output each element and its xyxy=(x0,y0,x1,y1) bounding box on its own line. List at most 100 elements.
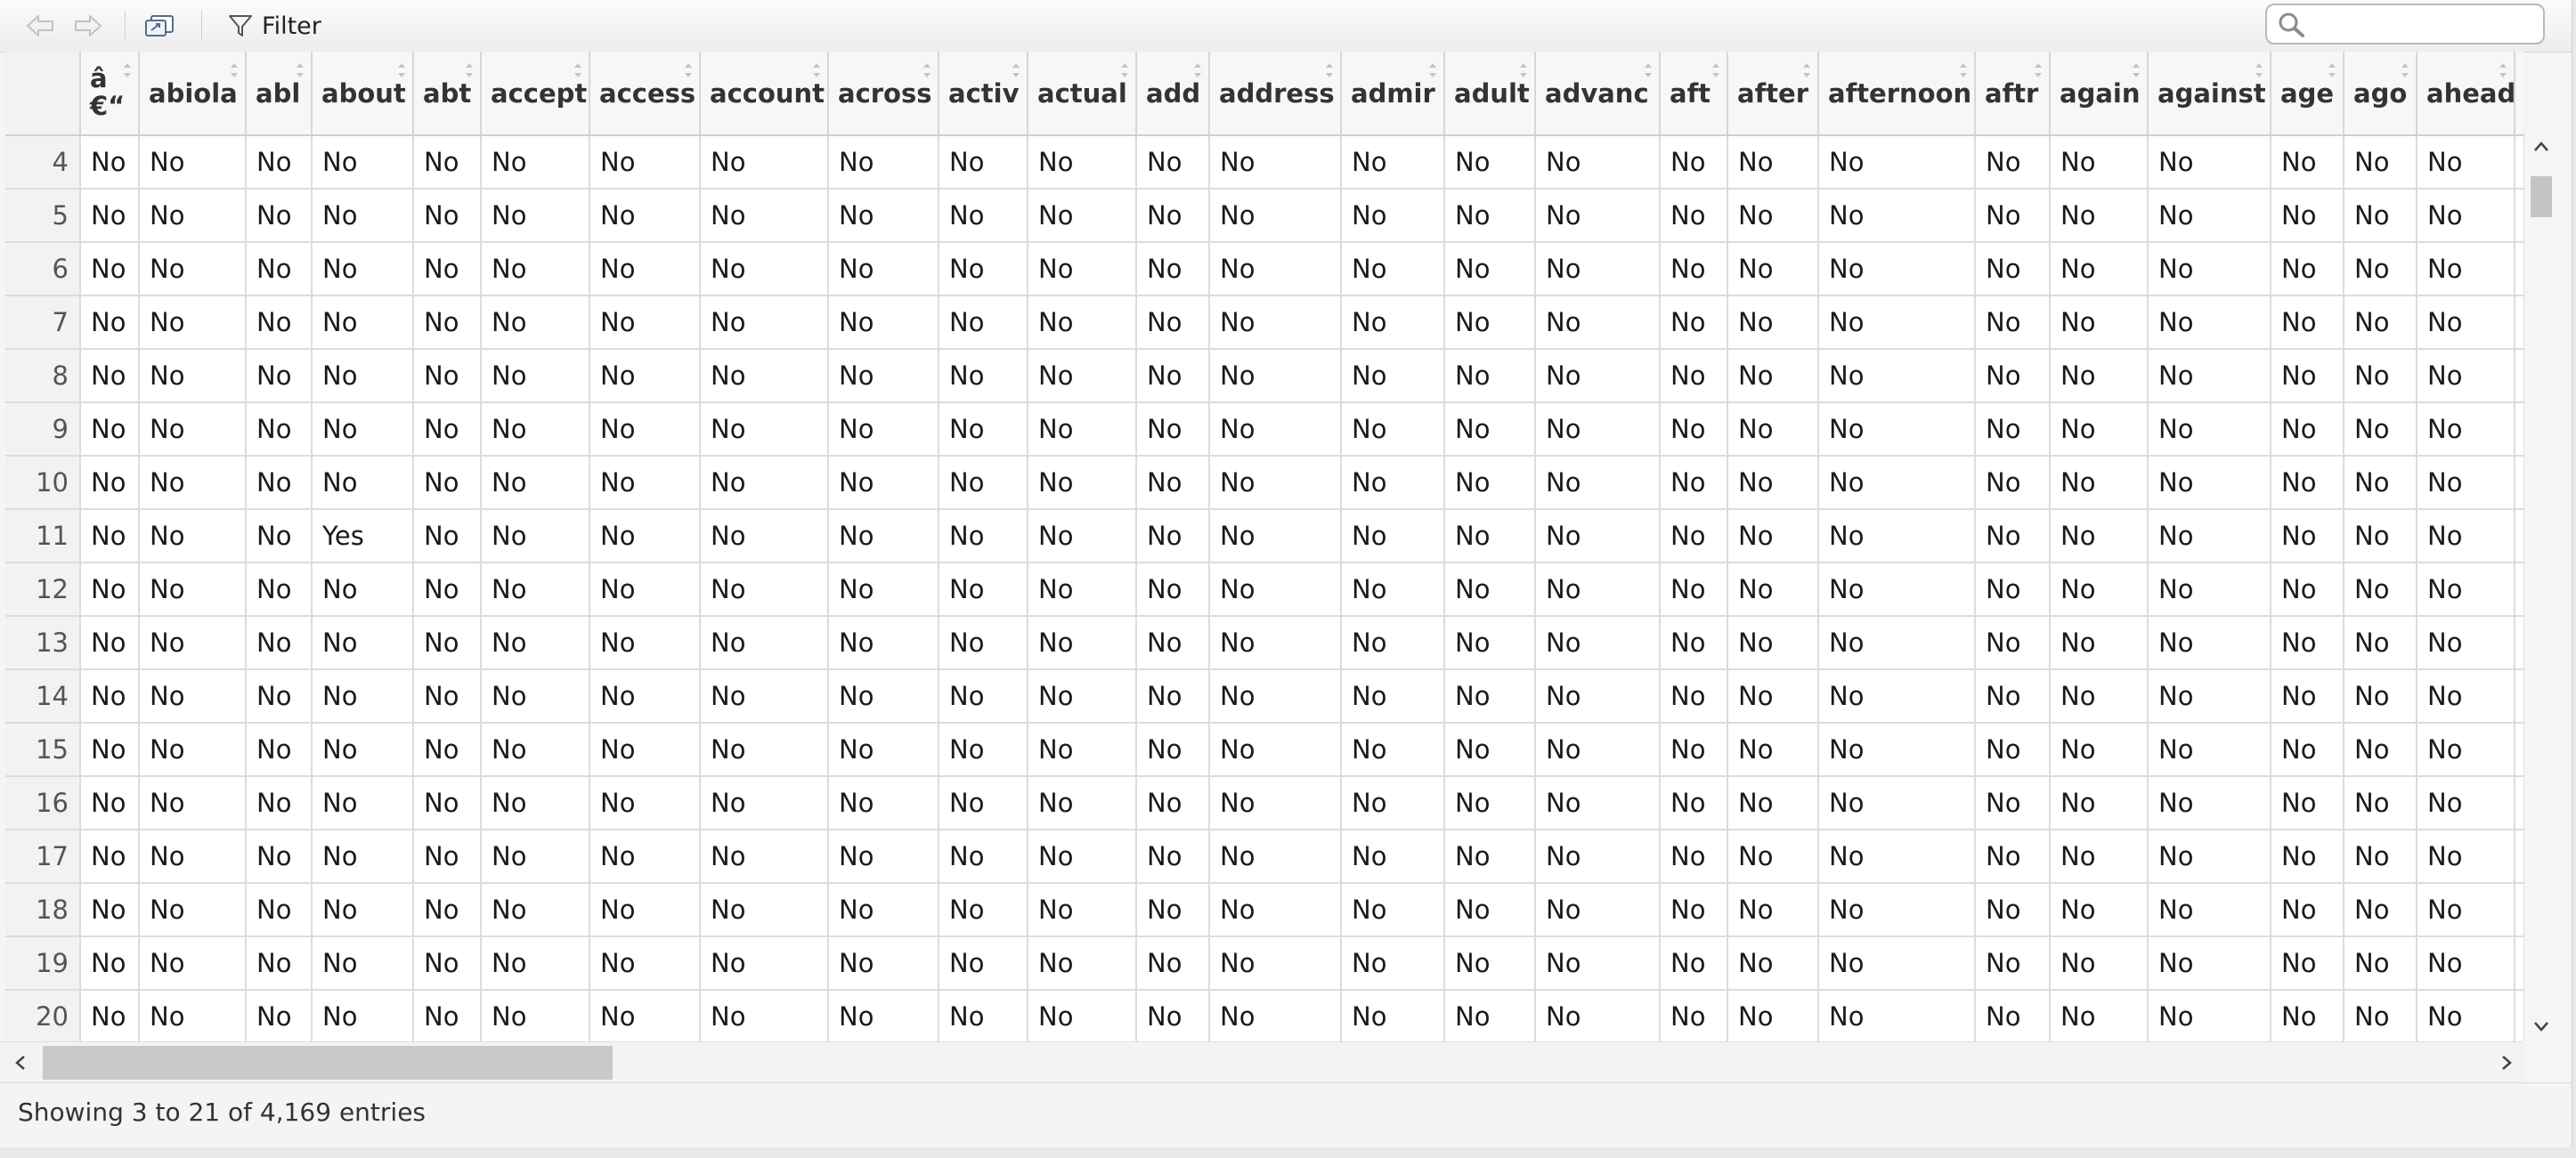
column-header[interactable]: abiola xyxy=(139,52,247,136)
column-header[interactable]: â €“ xyxy=(80,52,140,136)
table-cell: No xyxy=(80,669,140,724)
scroll-left-icon[interactable] xyxy=(11,1053,30,1073)
sort-icon[interactable] xyxy=(396,61,407,80)
sort-icon[interactable] xyxy=(1192,61,1203,80)
table-cell: No xyxy=(312,936,414,991)
sort-icon[interactable] xyxy=(1119,61,1130,80)
table-cell: No xyxy=(2050,990,2149,1041)
sort-icon[interactable] xyxy=(2498,61,2508,80)
sort-icon[interactable] xyxy=(229,61,240,80)
forward-arrow-icon[interactable] xyxy=(73,12,103,39)
sort-icon[interactable] xyxy=(1801,61,1812,80)
column-header[interactable]: actual xyxy=(1028,52,1137,136)
row-number: 5 xyxy=(5,189,81,243)
sort-icon[interactable] xyxy=(1427,61,1438,80)
column-header[interactable]: admir xyxy=(1341,52,1445,136)
table-cell: No xyxy=(1028,349,1137,403)
table-cell: No xyxy=(1028,616,1137,670)
filter-button[interactable]: Filter xyxy=(226,11,321,41)
column-header[interactable]: across xyxy=(828,52,939,136)
sort-icon[interactable] xyxy=(1958,61,1969,80)
table-cell: No xyxy=(1136,563,1210,617)
table-cell: No xyxy=(2417,135,2515,190)
column-header-label: address xyxy=(1219,77,1335,109)
sort-icon[interactable] xyxy=(811,61,822,80)
column-header[interactable]: again xyxy=(2050,52,2149,136)
column-header[interactable]: access xyxy=(589,52,701,136)
table-cell: No xyxy=(700,402,829,457)
table-cell: No xyxy=(2344,830,2418,884)
table-cell: No xyxy=(939,883,1028,937)
sort-icon[interactable] xyxy=(1011,61,1021,80)
table-cell: No xyxy=(589,296,701,350)
search-input[interactable] xyxy=(2313,9,2531,39)
horizontal-scroll-thumb[interactable] xyxy=(43,1046,613,1080)
sort-icon[interactable] xyxy=(2254,61,2264,80)
table-cell: No xyxy=(2148,883,2271,937)
sort-icon[interactable] xyxy=(573,61,583,80)
table-cell: No xyxy=(1727,242,1819,296)
table-cell: No xyxy=(413,883,482,937)
sort-icon[interactable] xyxy=(295,61,305,80)
column-header[interactable]: afternoon xyxy=(1818,52,1976,136)
column-header[interactable]: aftr xyxy=(1975,52,2051,136)
column-header[interactable]: advanc xyxy=(1535,52,1661,136)
table-cell xyxy=(2515,669,2523,724)
sort-icon[interactable] xyxy=(922,61,932,80)
sort-icon[interactable] xyxy=(122,61,133,80)
column-header[interactable]: aft xyxy=(1660,52,1728,136)
column-header[interactable]: after xyxy=(1727,52,1819,136)
column-header[interactable]: age xyxy=(2271,52,2344,136)
sort-icon[interactable] xyxy=(1324,61,1335,80)
table-cell: No xyxy=(2417,616,2515,670)
column-header[interactable]: abl xyxy=(246,52,313,136)
table-cell: No xyxy=(1444,189,1536,243)
table-cell: No xyxy=(589,456,701,510)
sort-icon[interactable] xyxy=(1643,61,1654,80)
scroll-down-icon[interactable] xyxy=(2531,1016,2551,1036)
table-cell: No xyxy=(1341,296,1445,350)
table-cell: No xyxy=(1341,349,1445,403)
column-header[interactable]: ago xyxy=(2344,52,2418,136)
sort-icon[interactable] xyxy=(2131,61,2141,80)
sort-icon[interactable] xyxy=(2033,61,2044,80)
horizontal-scrollbar[interactable] xyxy=(0,1041,2523,1083)
column-header-label: add xyxy=(1146,77,1201,109)
column-header-label: actual xyxy=(1037,77,1127,109)
vertical-scrollbar[interactable] xyxy=(2523,132,2558,1041)
column-header[interactable]: activ xyxy=(939,52,1028,136)
table-cell: No xyxy=(2271,776,2344,830)
vertical-scroll-thumb[interactable] xyxy=(2531,176,2552,217)
column-header[interactable]: add xyxy=(1136,52,1210,136)
sort-icon[interactable] xyxy=(1711,61,1721,80)
column-header[interactable]: account xyxy=(700,52,829,136)
popout-window-icon[interactable] xyxy=(144,12,175,39)
column-header[interactable]: aig xyxy=(2515,52,2523,136)
header-row: â €“ abiola abl about abt accept access account… xyxy=(5,52,2523,136)
column-header[interactable]: about xyxy=(312,52,414,136)
table-cell: No xyxy=(1535,456,1661,510)
column-header[interactable]: ahead xyxy=(2417,52,2515,136)
sort-icon[interactable] xyxy=(2400,61,2410,80)
column-header[interactable]: adult xyxy=(1444,52,1536,136)
table-cell: No xyxy=(2271,456,2344,510)
table-cell: No xyxy=(80,776,140,830)
search-box[interactable] xyxy=(2265,4,2545,45)
sort-icon[interactable] xyxy=(2327,61,2337,80)
column-header[interactable]: address xyxy=(1209,52,1342,136)
toolbar-separator xyxy=(125,11,126,41)
table-cell: No xyxy=(1028,509,1137,563)
table-cell: No xyxy=(481,723,590,777)
column-header[interactable]: against xyxy=(2148,52,2271,136)
table-cell: No xyxy=(2417,830,2515,884)
scroll-right-icon[interactable] xyxy=(2497,1053,2516,1073)
back-arrow-icon[interactable] xyxy=(25,12,55,39)
sort-icon[interactable] xyxy=(1518,61,1529,80)
column-header[interactable]: accept xyxy=(481,52,590,136)
sort-icon[interactable] xyxy=(464,61,475,80)
scroll-up-icon[interactable] xyxy=(2531,137,2551,157)
table-cell: No xyxy=(413,936,482,991)
table-cell: No xyxy=(2417,242,2515,296)
column-header[interactable]: abt xyxy=(413,52,482,136)
sort-icon[interactable] xyxy=(683,61,694,80)
